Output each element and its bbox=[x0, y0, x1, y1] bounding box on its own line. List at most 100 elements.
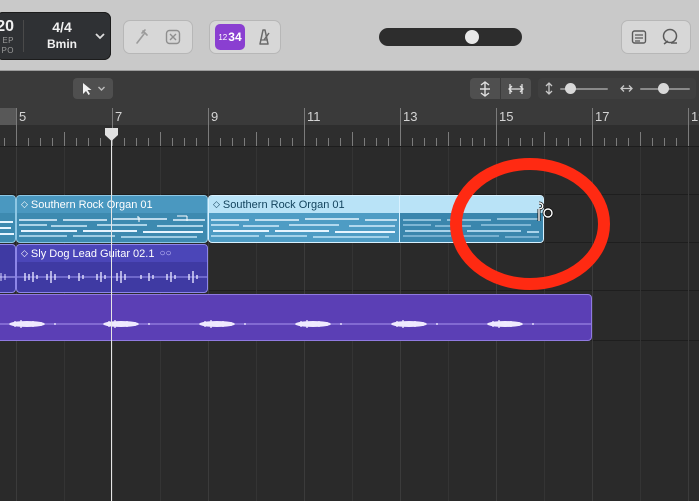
ruler-tick bbox=[160, 132, 161, 146]
vertical-zoom-icon bbox=[545, 82, 553, 95]
horizontal-zoom-icon bbox=[620, 85, 633, 92]
master-volume-knob[interactable] bbox=[464, 30, 479, 44]
lcd-tempo[interactable]: 20 EP PO bbox=[0, 18, 14, 56]
ruler-tick bbox=[148, 138, 149, 146]
ruler-tick bbox=[508, 138, 509, 146]
ruler-tick bbox=[184, 138, 185, 146]
ruler-tick bbox=[436, 138, 437, 146]
guitar-region-partial[interactable] bbox=[0, 244, 16, 293]
region-name: Southern Rock Organ 01 bbox=[30, 198, 153, 211]
ruler-tick bbox=[124, 138, 125, 146]
ruler-tick bbox=[208, 108, 209, 146]
ruler-tick bbox=[448, 132, 449, 146]
gridline bbox=[688, 147, 689, 501]
region-expand-icon: ◇ bbox=[213, 199, 220, 209]
pointer-tool-menu[interactable] bbox=[73, 78, 113, 99]
ruler-tick bbox=[676, 138, 677, 146]
ruler-tick bbox=[688, 108, 689, 146]
waveform bbox=[0, 320, 591, 328]
ruler-tick bbox=[592, 108, 593, 146]
ruler-tick bbox=[64, 132, 65, 146]
ruler-tick bbox=[580, 138, 581, 146]
count-in-prefix: 12 bbox=[218, 32, 228, 42]
editors-group bbox=[621, 20, 691, 54]
ruler-tick bbox=[100, 138, 101, 146]
horizontal-zoom-knob[interactable] bbox=[657, 83, 669, 94]
loop-icon: ○○ bbox=[159, 248, 172, 259]
ruler-bar-label: 13 bbox=[403, 109, 418, 124]
count-in-button[interactable]: 12 34 bbox=[215, 24, 245, 50]
metronome-icon[interactable] bbox=[252, 25, 276, 49]
loop-browser-icon[interactable] bbox=[658, 25, 682, 49]
ruler-tick bbox=[484, 138, 485, 146]
lcd-separator bbox=[23, 20, 24, 52]
ruler-bar-label: 7 bbox=[115, 109, 123, 124]
tuner-icon[interactable] bbox=[130, 25, 154, 49]
ruler-bar-label: 11 bbox=[307, 109, 321, 124]
tempo-label: PO bbox=[1, 46, 14, 55]
zoom-controls bbox=[538, 78, 696, 99]
tempo-value: 20 bbox=[0, 18, 14, 35]
ruler-tick bbox=[472, 138, 473, 146]
tempo-sub: EP bbox=[2, 36, 14, 45]
ruler-bar-label: 19 bbox=[691, 109, 699, 124]
ruler-tick bbox=[556, 138, 557, 146]
ruler-tick bbox=[256, 132, 257, 146]
ruler-tick bbox=[268, 138, 269, 146]
ruler-tick bbox=[544, 132, 545, 146]
playhead[interactable] bbox=[111, 128, 112, 501]
control-bar: 20 EP PO 4/4 Bmin 12 34 bbox=[0, 0, 699, 71]
waveform bbox=[0, 273, 15, 281]
ruler-tick bbox=[220, 138, 221, 146]
vertical-autozoom-button[interactable] bbox=[470, 78, 500, 99]
ruler-bar-label: 15 bbox=[499, 109, 514, 124]
region-header: ◇ Sly Dog Lead Guitar 02.1 ○○ bbox=[17, 245, 207, 262]
chevron-down-icon bbox=[97, 86, 105, 91]
count-in-suffix: 34 bbox=[228, 30, 242, 44]
region-expand-icon: ◇ bbox=[21, 199, 28, 209]
lcd-signature-key[interactable]: 4/4 Bmin bbox=[38, 18, 86, 52]
lcd-display[interactable]: 20 EP PO 4/4 Bmin bbox=[0, 12, 111, 60]
horizontal-autozoom-button[interactable] bbox=[501, 78, 531, 99]
gridline bbox=[640, 147, 641, 501]
guitar-region[interactable]: ◇ Sly Dog Lead Guitar 02.1 ○○ bbox=[16, 244, 208, 293]
region-name: Southern Rock Organ 01 bbox=[222, 198, 345, 211]
cycle-area[interactable] bbox=[0, 108, 16, 125]
vertical-fit-icon bbox=[480, 80, 490, 97]
ruler-tick bbox=[280, 138, 281, 146]
master-volume-slider[interactable] bbox=[379, 28, 522, 46]
ruler-tick bbox=[304, 108, 305, 146]
ruler-tick bbox=[196, 138, 197, 146]
ruler-bar-label: 5 bbox=[19, 109, 27, 124]
pointer-tool-icon bbox=[82, 82, 91, 95]
track-lane[interactable] bbox=[0, 341, 699, 501]
ruler-tick bbox=[400, 108, 401, 146]
ruler-tick bbox=[352, 132, 353, 146]
tracks-toolbar bbox=[0, 71, 699, 109]
ruler-tick bbox=[364, 138, 365, 146]
notepad-icon[interactable] bbox=[627, 25, 651, 49]
ruler-tick bbox=[232, 138, 233, 146]
tuner-replace-group bbox=[123, 20, 193, 54]
region-header: ◇ Southern Rock Organ 01 bbox=[17, 196, 207, 213]
horizontal-fit-icon bbox=[508, 83, 524, 94]
chevron-down-icon[interactable] bbox=[94, 29, 106, 43]
midi-notes bbox=[19, 215, 205, 238]
ruler-tick bbox=[412, 138, 413, 146]
vertical-zoom-knob[interactable] bbox=[564, 83, 576, 94]
ruler-tick bbox=[628, 138, 629, 146]
ruler-tick bbox=[532, 138, 533, 146]
ruler-tick bbox=[16, 108, 17, 146]
playhead-handle[interactable] bbox=[104, 128, 119, 142]
ruler-bar-label: 17 bbox=[595, 109, 610, 124]
audio-region[interactable] bbox=[0, 294, 592, 341]
ruler-tick bbox=[496, 108, 497, 146]
ruler-tick bbox=[244, 138, 245, 146]
organ-region-partial[interactable] bbox=[0, 195, 16, 243]
ruler-tick bbox=[340, 138, 341, 146]
ruler-tick bbox=[664, 138, 665, 146]
region-expand-icon: ◇ bbox=[21, 248, 28, 258]
organ-region[interactable]: ◇ Southern Rock Organ 01 bbox=[16, 195, 208, 243]
replace-icon[interactable] bbox=[161, 25, 185, 49]
ruler-tick bbox=[460, 138, 461, 146]
